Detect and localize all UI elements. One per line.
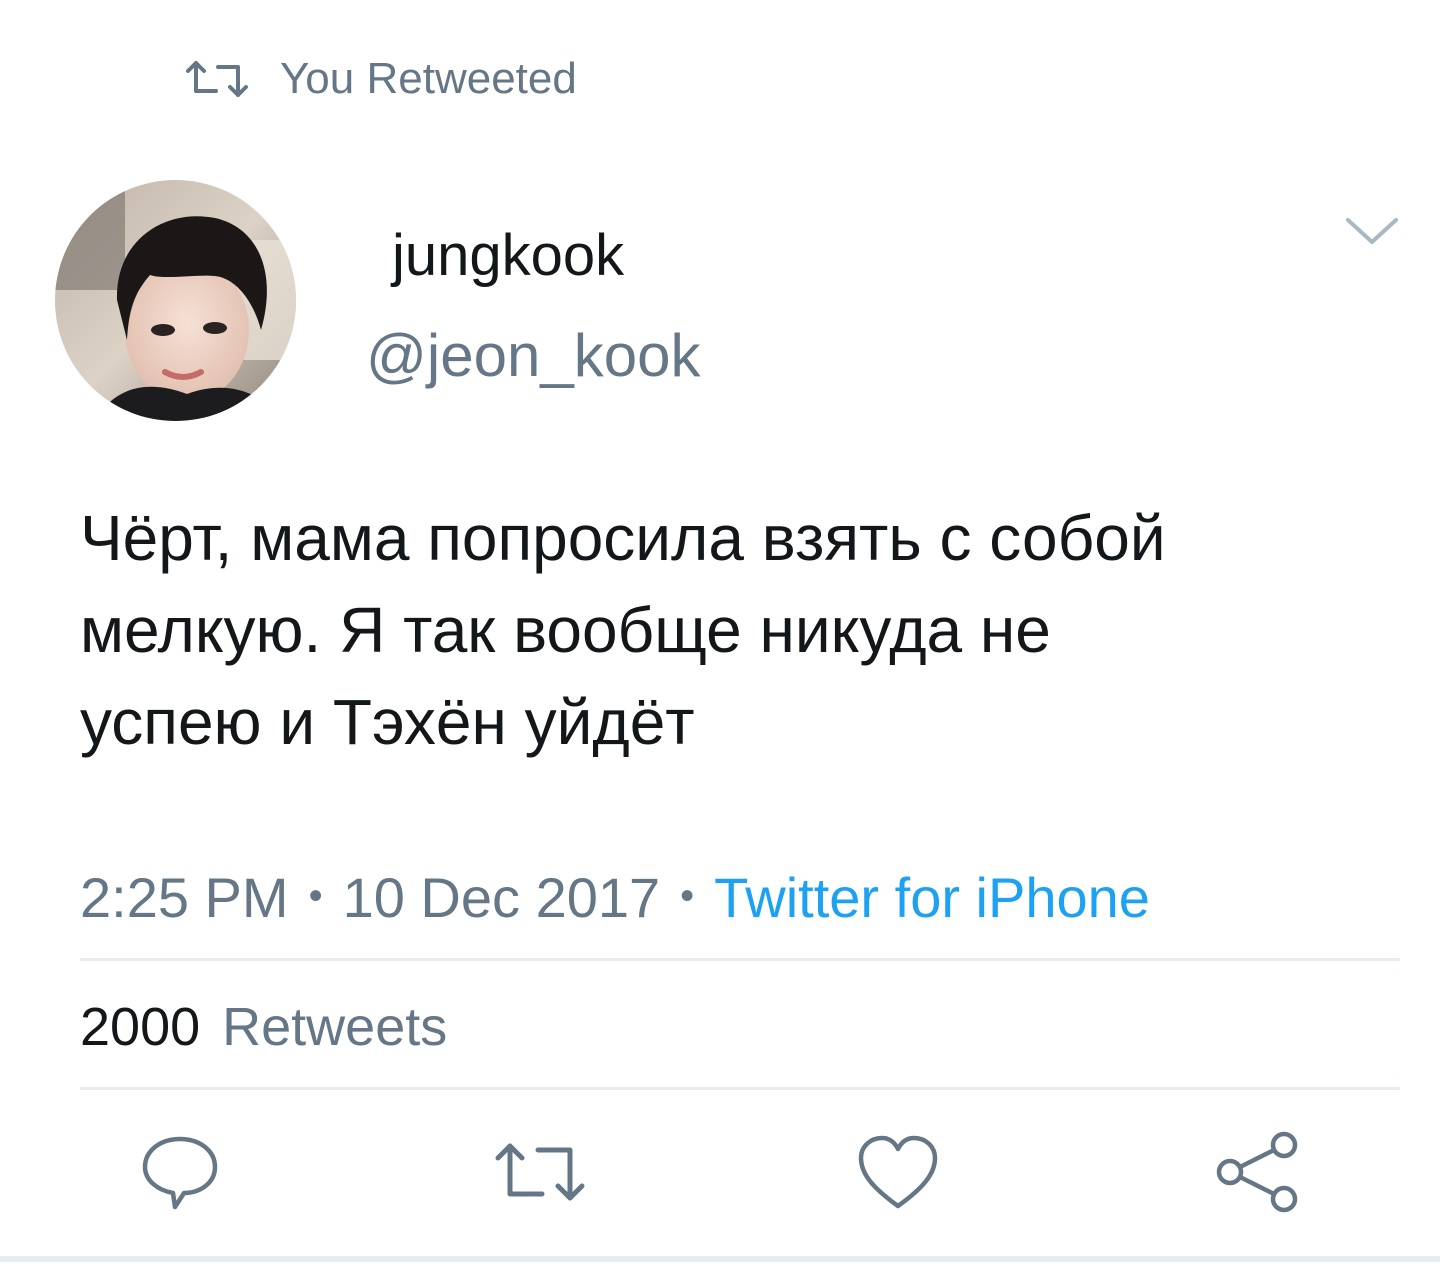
share-icon: [1208, 1127, 1308, 1222]
tweet-date[interactable]: 10 Dec 2017: [343, 866, 661, 929]
bottom-border: [0, 1256, 1440, 1262]
meta-separator: •: [308, 874, 323, 918]
tweet-stats[interactable]: 2000 Retweets: [80, 992, 447, 1062]
tweet-text: Чёрт, мама попросила взять с собой мелку…: [80, 502, 1166, 758]
retweet-count: 2000: [80, 997, 201, 1057]
chevron-down-icon: [1340, 218, 1404, 254]
retweet-icon: [490, 1132, 590, 1217]
retweet-context-header: You Retweeted: [182, 50, 577, 108]
share-button[interactable]: [1208, 1124, 1308, 1224]
meta-separator: •: [680, 874, 695, 918]
retweet-button[interactable]: [490, 1124, 590, 1224]
reply-button[interactable]: [130, 1124, 230, 1224]
avatar[interactable]: [55, 180, 296, 421]
retweet-count-label: Retweets: [222, 997, 448, 1057]
tweet-time: 2:25 PM: [80, 866, 289, 929]
like-heart-icon: [853, 1130, 943, 1219]
tweet-source-link[interactable]: Twitter for iPhone: [714, 866, 1150, 929]
author-handle[interactable]: @jeon_kook: [366, 318, 700, 394]
tweet-menu-button[interactable]: [1340, 210, 1404, 250]
divider: [80, 958, 1400, 961]
tweet-meta: 2:25 PM • 10 Dec 2017 • Twitter for iPhone: [80, 858, 1150, 936]
like-button[interactable]: [848, 1124, 948, 1224]
reply-icon: [135, 1127, 225, 1222]
retweet-context-label: You Retweeted: [280, 54, 577, 103]
retweet-icon: [182, 57, 252, 101]
author-display-name[interactable]: jungkook: [392, 218, 624, 294]
divider: [80, 1087, 1400, 1090]
